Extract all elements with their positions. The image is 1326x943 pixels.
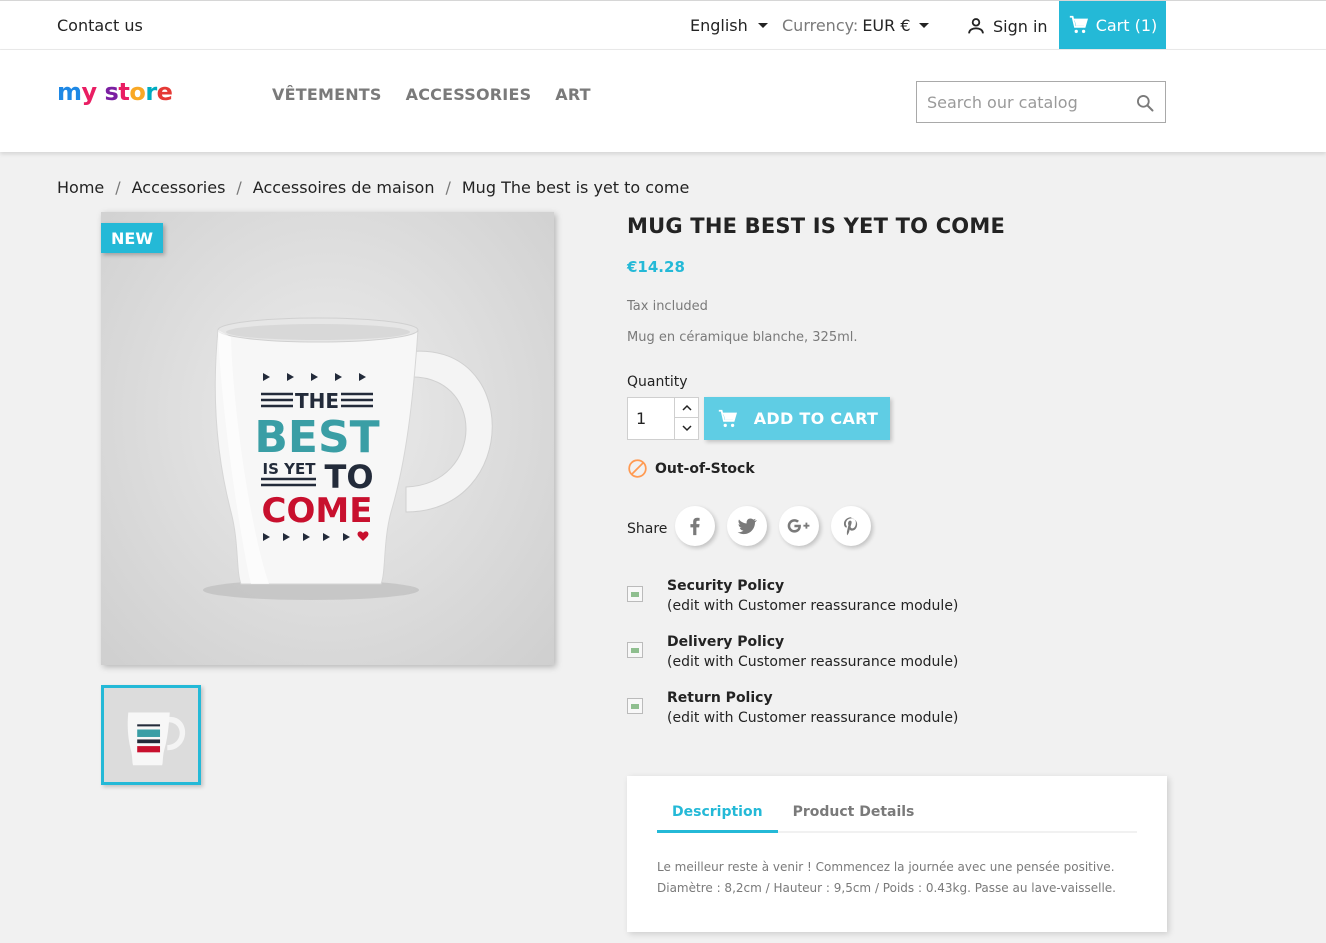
top-nav-bar: Contact us English Currency: EUR € Sign … <box>0 0 1326 50</box>
quantity-stepper <box>627 397 699 440</box>
twitter-icon <box>737 518 757 535</box>
blocked-icon <box>628 459 647 478</box>
logo-letter: m <box>57 78 82 106</box>
broken-image-icon <box>627 698 643 714</box>
logo-letter: s <box>104 78 119 106</box>
tab-product-details[interactable]: Product Details <box>778 804 930 833</box>
language-selector[interactable]: English <box>690 16 768 35</box>
chevron-down-icon <box>918 23 929 28</box>
mug-illustration: THE BEST IS YET TO COME <box>203 317 493 600</box>
chevron-down-icon <box>757 23 768 28</box>
store-logo[interactable]: my store <box>57 78 173 106</box>
mug-text-the: THE <box>295 389 339 413</box>
search-box <box>916 81 1166 123</box>
tab-description[interactable]: Description <box>657 804 778 833</box>
quantity-input[interactable] <box>628 398 676 439</box>
menu-item-vetements[interactable]: VÊTEMENTS <box>272 85 382 104</box>
add-to-cart-label: ADD TO CART <box>753 409 879 428</box>
quantity-label: Quantity <box>627 374 688 390</box>
breadcrumb-separator: / <box>445 178 451 197</box>
description-content: Le meilleur reste à venir ! Commencez la… <box>657 857 1116 899</box>
user-icon <box>968 18 984 34</box>
product-title: MUG THE BEST IS YET TO COME <box>627 214 1005 238</box>
shopping-cart-icon <box>1069 15 1088 34</box>
product-main-image[interactable]: THE BEST IS YET TO COME <box>101 212 554 665</box>
language-label: English <box>690 16 748 35</box>
contact-us-link[interactable]: Contact us <box>57 16 143 35</box>
currency-value: EUR € <box>862 16 911 35</box>
chevron-down-icon <box>681 424 692 431</box>
share-pinterest-button[interactable] <box>831 506 871 546</box>
breadcrumb-accessories[interactable]: Accessories <box>132 178 226 197</box>
pinterest-icon <box>843 517 858 536</box>
breadcrumb-separator: / <box>236 178 242 197</box>
logo-letter: r <box>145 78 157 106</box>
cart-button[interactable]: Cart (1) <box>1059 1 1166 49</box>
mug-text-best: BEST <box>254 412 379 463</box>
product-price: €14.28 <box>627 258 685 276</box>
site-header: my store VÊTEMENTS ACCESSORIES ART <box>0 50 1326 152</box>
reassurance-title: Return Policy <box>667 690 773 706</box>
reassurance-subtitle: (edit with Customer reassurance module) <box>667 710 959 726</box>
breadcrumb-current: Mug The best is yet to come <box>461 178 690 197</box>
breadcrumb-home-accessories[interactable]: Accessoires de maison <box>253 178 435 197</box>
share-label: Share <box>627 521 668 537</box>
logo-letter <box>97 78 105 106</box>
google-plus-icon <box>787 519 810 533</box>
reassurance-title: Delivery Policy <box>667 634 785 650</box>
currency-selector[interactable]: Currency: EUR € <box>782 16 929 35</box>
currency-label: Currency: <box>782 16 859 35</box>
reassurance-subtitle: (edit with Customer reassurance module) <box>667 654 959 670</box>
quantity-increase-button[interactable] <box>675 398 698 418</box>
add-to-cart-button[interactable]: ADD TO CART <box>704 397 890 440</box>
sign-in-link[interactable]: Sign in <box>965 15 1048 37</box>
reassurance-title: Security Policy <box>667 578 785 594</box>
search-input[interactable] <box>917 82 1117 122</box>
breadcrumb: Home / Accessories / Accessoires de mais… <box>57 178 689 197</box>
breadcrumb-separator: / <box>115 178 121 197</box>
tax-note: Tax included <box>627 299 708 314</box>
breadcrumb-home[interactable]: Home <box>57 178 104 197</box>
share-googleplus-button[interactable] <box>779 506 819 546</box>
mug-text-is-yet: IS YET <box>263 460 317 478</box>
quantity-decrease-button[interactable] <box>675 418 698 438</box>
broken-image-icon <box>627 586 643 602</box>
logo-letter: e <box>156 78 173 106</box>
share-facebook-button[interactable] <box>675 506 715 546</box>
main-menu: VÊTEMENTS ACCESSORIES ART <box>272 85 591 104</box>
description-line: Le meilleur reste à venir ! Commencez la… <box>657 860 1115 874</box>
logo-letter: y <box>81 78 98 106</box>
facebook-icon <box>690 517 700 536</box>
chevron-up-icon <box>681 404 692 411</box>
stock-status-label: Out-of-Stock <box>655 460 755 477</box>
share-twitter-button[interactable] <box>727 506 767 546</box>
stock-status: Out-of-Stock <box>627 458 755 479</box>
mug-text-come: COME <box>262 491 373 531</box>
search-icon[interactable] <box>1135 93 1155 113</box>
logo-letter: t <box>118 78 130 106</box>
description-line: Diamètre : 8,2cm / Hauteur : 9,5cm / Poi… <box>657 881 1116 895</box>
menu-item-accessories[interactable]: ACCESSORIES <box>406 85 532 104</box>
broken-image-icon <box>627 642 643 658</box>
product-thumbnail[interactable] <box>101 685 201 785</box>
mug-thumbnail-image <box>104 688 198 782</box>
product-tabs-card: Description Product Details Le meilleur … <box>627 776 1167 932</box>
shopping-cart-icon <box>718 409 737 427</box>
cart-label: Cart (1) <box>1095 15 1158 35</box>
product-tabs: Description Product Details <box>657 804 1137 833</box>
sign-in-label: Sign in <box>993 16 1048 36</box>
reassurance-subtitle: (edit with Customer reassurance module) <box>667 598 959 614</box>
new-badge: NEW <box>101 223 163 253</box>
product-short-description: Mug en céramique blanche, 325ml. <box>627 330 858 345</box>
logo-letter: o <box>129 78 146 106</box>
menu-item-art[interactable]: ART <box>555 85 591 104</box>
